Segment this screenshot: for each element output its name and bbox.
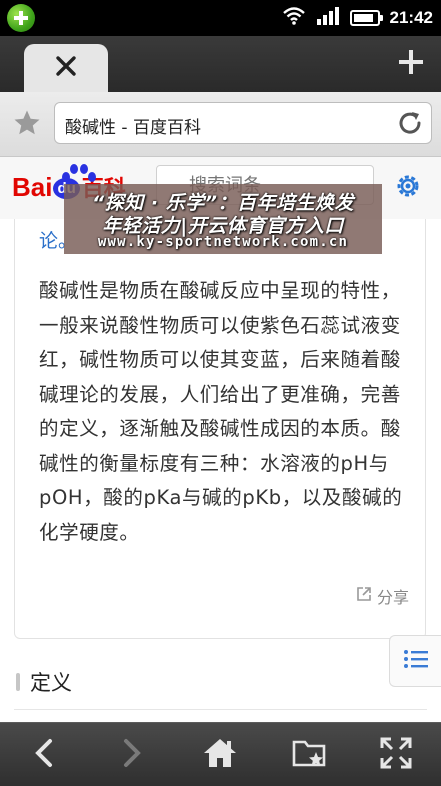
watermark-banner: “探知 · 乐学”：百年培生焕发 年轻活力|开云体育官方入口 www.ky-sp… — [64, 184, 382, 254]
clock: 21:42 — [389, 8, 433, 27]
share-icon — [355, 585, 373, 607]
summary-paragraph: 酸碱性是物质在酸碱反应中呈现的特性，一般来说酸性物质可以使紫色石蕊试液变红，碱性… — [39, 279, 403, 544]
wifi-icon — [282, 6, 306, 30]
new-tab-button[interactable] — [393, 46, 429, 82]
gear-icon[interactable] — [393, 171, 423, 201]
paw-icon — [60, 163, 100, 185]
banner-url: www.ky-sportnetwork.com.cn — [97, 234, 349, 250]
section-marker — [16, 673, 20, 691]
back-arrow-icon — [32, 738, 56, 772]
summary-card: 论。 酸碱性是物质在酸碱反应中呈现的特性，一般来说酸性物质可以使紫色石蕊试液变红… — [14, 219, 426, 639]
fullscreen-button[interactable] — [376, 735, 416, 775]
share-label: 分享 — [376, 588, 409, 607]
battery-icon — [349, 10, 383, 26]
bookmarks-button[interactable] — [290, 735, 330, 775]
forward-button[interactable] — [112, 735, 152, 775]
list-icon — [403, 648, 429, 674]
fullscreen-icon — [380, 737, 412, 773]
close-icon[interactable] — [55, 55, 77, 81]
tab-current[interactable] — [24, 44, 108, 92]
reload-icon[interactable] — [395, 108, 425, 138]
folder-star-icon — [292, 737, 328, 773]
logo-bai: Bai — [12, 172, 53, 202]
signal-icon — [316, 6, 340, 30]
plus-icon — [398, 49, 424, 79]
section-divider — [14, 709, 427, 710]
forward-arrow-icon — [120, 738, 144, 772]
tab-strip — [0, 36, 441, 92]
bottom-toolbar — [0, 722, 441, 786]
status-bar: 21:42 — [0, 0, 441, 36]
article-content: 论。 酸碱性是物质在酸碱反应中呈现的特性，一般来说酸性物质可以使紫色石蕊试液变红… — [0, 219, 441, 722]
table-of-contents-button[interactable] — [389, 635, 441, 687]
star-icon[interactable] — [12, 108, 42, 138]
url-field[interactable]: 酸碱性 - 百度百科 — [54, 102, 432, 144]
section-title: 定义 — [30, 671, 72, 695]
share-button[interactable]: 分享 — [355, 584, 409, 608]
back-button[interactable] — [24, 735, 64, 775]
section-heading: 定义 — [16, 667, 72, 697]
home-icon — [203, 737, 237, 773]
home-button[interactable] — [200, 735, 240, 775]
plus-circle-icon — [7, 4, 35, 32]
page-title: 酸碱性 - 百度百科 — [65, 118, 201, 138]
battery-level — [353, 14, 373, 22]
address-bar: 酸碱性 - 百度百科 — [0, 92, 441, 157]
